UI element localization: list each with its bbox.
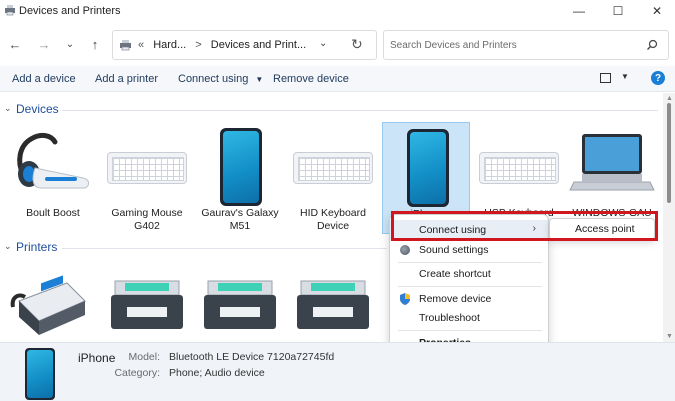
printers-group-label: Printers	[16, 240, 58, 254]
device-label: HID Keyboard Device	[300, 207, 366, 232]
close-button[interactable]: ✕	[640, 0, 674, 22]
breadcrumb-overflow[interactable]: «	[138, 39, 144, 51]
window-title: Devices and Printers	[19, 5, 121, 17]
device-item-galaxy-m51[interactable]: Gaurav's Galaxy M51	[196, 122, 284, 234]
refresh-icon[interactable]: ↻	[351, 36, 363, 53]
connect-using-button[interactable]: Connect using ▼	[178, 73, 263, 85]
devices-group-header[interactable]: ⌄ Devices	[0, 102, 663, 118]
maximize-button[interactable]: ☐	[601, 0, 635, 22]
speaker-icon	[400, 245, 410, 255]
command-bar: Add a device Add a printer Connect using…	[0, 66, 675, 92]
printer-item[interactable]	[289, 261, 377, 341]
printer-icon	[111, 280, 183, 329]
breadcrumb-separator: >	[195, 39, 202, 51]
minimize-button[interactable]: —	[562, 0, 596, 22]
printer-item-fax[interactable]	[9, 261, 97, 341]
menu-item-troubleshoot[interactable]: Troubleshoot	[390, 308, 548, 328]
remove-device-button[interactable]: Remove device	[273, 73, 349, 85]
scroll-down-arrow-icon[interactable]: ▼	[666, 333, 673, 340]
forward-arrow-icon[interactable]: →	[37, 37, 51, 52]
address-box[interactable]: « Hard... > Devices and Print... ⌄ ↻	[112, 30, 377, 60]
fax-icon	[10, 275, 86, 335]
phone-icon	[196, 122, 284, 206]
phone-icon	[383, 123, 471, 207]
context-menu: Connect using › Sound settings Create sh…	[389, 214, 549, 354]
devices-printers-icon	[5, 5, 15, 16]
add-printer-button[interactable]: Add a printer	[95, 73, 158, 85]
laptop-icon	[569, 134, 655, 191]
printer-item[interactable]	[196, 261, 284, 341]
address-dropdown-icon[interactable]: ⌄	[319, 38, 327, 49]
collapse-chevron-icon[interactable]: ⌄	[4, 103, 12, 114]
breadcrumb-devices-printers[interactable]: Devices and Print...	[211, 39, 306, 51]
printer-icon	[204, 280, 276, 329]
address-bar: ← → ⌄ ↑ « Hard... > Devices and Print...…	[0, 26, 675, 64]
search-input[interactable]: Search Devices and Printers	[383, 30, 669, 60]
search-icon	[647, 39, 658, 50]
menu-item-connect-using[interactable]: Connect using ›	[390, 220, 548, 240]
recent-locations-chevron-icon[interactable]: ⌄	[63, 37, 77, 51]
connect-using-submenu: Access point	[549, 218, 655, 240]
menu-item-create-shortcut[interactable]: Create shortcut	[390, 264, 548, 284]
dropdown-caret-icon: ▼	[255, 75, 264, 84]
device-label: Boult Boost	[26, 207, 80, 219]
device-label: Gaurav's Galaxy M51	[201, 207, 279, 232]
back-arrow-icon[interactable]: ←	[8, 37, 22, 52]
phone-icon	[25, 348, 55, 400]
device-item-boult-boost[interactable]: Boult Boost	[9, 122, 97, 234]
title-bar: Devices and Printers — ☐ ✕	[0, 0, 675, 24]
keyboard-icon	[475, 122, 563, 204]
group-divider	[62, 248, 387, 249]
submenu-arrow-icon: ›	[532, 223, 536, 234]
details-pane: iPhone Model: Bluetooth LE Device 7120a7…	[0, 342, 675, 401]
keyboard-icon	[103, 122, 191, 204]
breadcrumb-hardware[interactable]: Hard...	[153, 39, 186, 51]
shield-icon	[400, 293, 410, 305]
menu-separator	[398, 262, 542, 263]
details-model-key: Model:	[128, 351, 160, 363]
menu-separator	[398, 286, 542, 287]
printers-group-header[interactable]: ⌄ Printers	[0, 240, 663, 256]
device-label: Gaming Mouse G402	[111, 207, 183, 232]
vertical-scrollbar[interactable]: ▲ ▼	[663, 93, 675, 342]
connect-using-label: Connect using	[178, 73, 249, 85]
devices-printers-icon	[120, 40, 131, 51]
details-category-key: Category:	[114, 367, 160, 379]
menu-separator	[398, 330, 542, 331]
change-view-icon[interactable]	[600, 73, 611, 83]
menu-item-remove-device[interactable]: Remove device	[390, 289, 548, 309]
up-arrow-icon[interactable]: ↑	[88, 37, 102, 52]
printer-item[interactable]	[103, 261, 191, 341]
devices-group-label: Devices	[16, 102, 59, 116]
device-item-gaming-mouse[interactable]: Gaming Mouse G402	[103, 122, 191, 234]
details-model-value: Bluetooth LE Device 7120a72745fd	[169, 351, 335, 363]
menu-item-sound-settings[interactable]: Sound settings	[390, 240, 548, 260]
keyboard-icon	[289, 122, 377, 204]
details-category-value: Phone; Audio device	[169, 367, 265, 379]
group-divider	[62, 110, 658, 111]
menu-item-access-point[interactable]: Access point	[550, 219, 654, 239]
scroll-up-arrow-icon[interactable]: ▲	[666, 95, 673, 102]
add-device-button[interactable]: Add a device	[12, 73, 76, 85]
breadcrumb: « Hard... > Devices and Print...	[138, 39, 312, 51]
device-item-hid-keyboard[interactable]: HID Keyboard Device	[289, 122, 377, 234]
search-placeholder: Search Devices and Printers	[390, 40, 517, 51]
collapse-chevron-icon[interactable]: ⌄	[4, 241, 12, 252]
scroll-thumb[interactable]	[667, 103, 671, 203]
view-options-caret-icon[interactable]: ▼	[621, 72, 629, 81]
help-icon[interactable]: ?	[651, 71, 665, 85]
printer-icon	[297, 280, 369, 329]
headset-icon	[17, 132, 90, 189]
